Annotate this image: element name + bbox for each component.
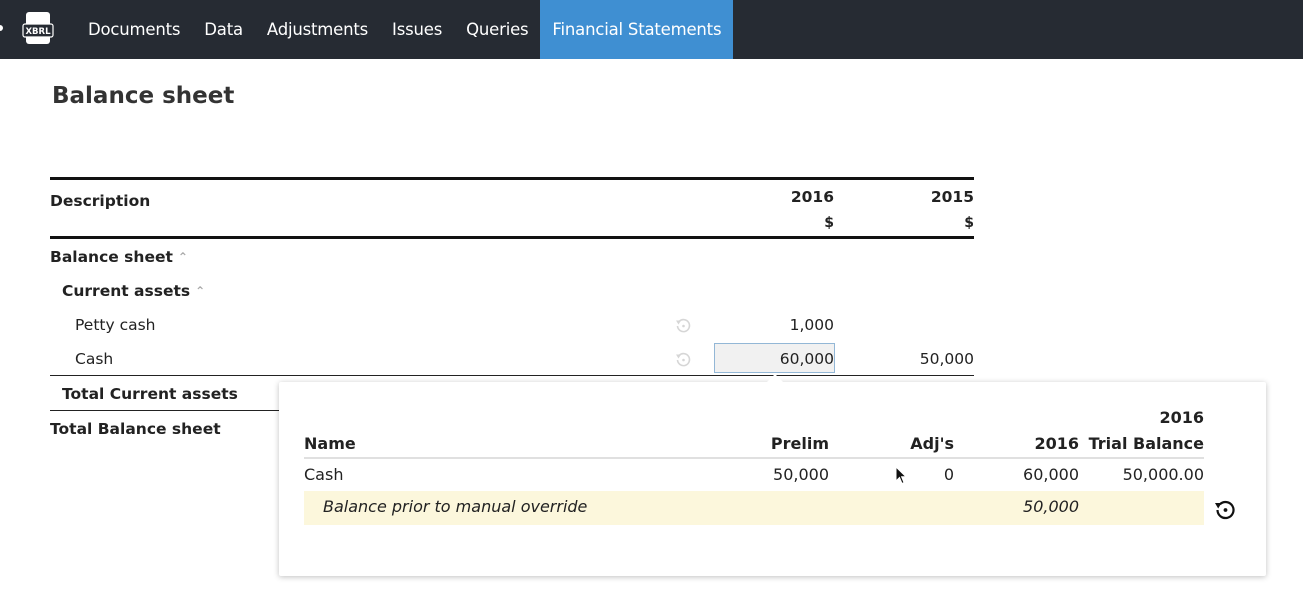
prelim-header: Prelim: [770, 434, 829, 453]
detail-current: 60,000: [1023, 465, 1079, 484]
row-label: Total Balance sheet: [50, 420, 221, 438]
value-2016: 60,000: [779, 350, 834, 368]
value-2015[interactable]: 50,000: [920, 350, 974, 368]
row-label: Total Current assets: [62, 385, 238, 403]
table-header: Description 2016 2015 $ $: [50, 180, 974, 236]
detail-prelim: 50,000: [773, 465, 829, 484]
header-bottom-rule: [50, 236, 974, 239]
restore-icon[interactable]: [1211, 496, 1239, 524]
description-header: Description: [50, 192, 151, 210]
logo-text: XBRL: [26, 27, 52, 37]
row-current-assets[interactable]: Current assets ⌃: [50, 274, 974, 308]
override-label: Balance prior to manual override: [323, 497, 588, 516]
currency-2015-header: $: [964, 215, 974, 231]
row-petty-cash[interactable]: Petty cash 1,000: [50, 308, 974, 342]
header-separator: [304, 457, 1204, 459]
row-label: Balance sheet: [50, 248, 173, 266]
value-2016-selected-cell[interactable]: 60,000: [714, 343, 835, 373]
detail-name: Cash: [304, 465, 344, 484]
popover-arrow: [766, 374, 784, 383]
name-header: Name: [304, 434, 356, 453]
currency-2016-header: $: [824, 215, 834, 231]
row-cash[interactable]: Cash 60,000 50,000: [50, 342, 974, 376]
row-label: Current assets: [62, 282, 191, 300]
balance-detail-popover: 2016 Name Prelim Adj's 2016 Trial Balanc…: [279, 374, 1266, 576]
year-2015-header: 2015: [930, 188, 974, 206]
override-value: 50,000: [1023, 497, 1079, 516]
trial-balance-header: Trial Balance: [1088, 434, 1204, 453]
trial-balance-year-header: 2016: [1159, 408, 1204, 427]
detail-trial-balance: 50,000.00: [1122, 465, 1204, 484]
nav-adjustments[interactable]: Adjustments: [255, 0, 380, 59]
history-icon[interactable]: [673, 350, 693, 370]
xbrl-logo-icon[interactable]: XBRL: [20, 10, 56, 46]
row-label: Cash: [75, 350, 114, 368]
nav-documents[interactable]: Documents: [76, 0, 192, 59]
mouse-cursor-icon: [895, 466, 907, 485]
detail-adjs: 0: [943, 465, 954, 484]
adjs-header: Adj's: [910, 434, 954, 453]
year-2016-header: 2016: [790, 188, 834, 206]
nav-queries[interactable]: Queries: [454, 0, 540, 59]
nav-menu: Documents Data Adjustments Issues Querie…: [76, 0, 734, 59]
nav-edge-dot: [0, 25, 3, 31]
nav-issues[interactable]: Issues: [380, 0, 454, 59]
top-nav: XBRL Documents Data Adjustments Issues Q…: [0, 0, 1303, 59]
current-year-header: 2016: [1034, 434, 1079, 453]
value-2016[interactable]: 1,000: [790, 316, 834, 334]
row-balance-sheet[interactable]: Balance sheet ⌃: [50, 240, 974, 274]
page-title: Balance sheet: [52, 83, 235, 109]
override-row: Balance prior to manual override 50,000: [304, 491, 1204, 525]
chevron-up-icon[interactable]: ⌃: [195, 284, 205, 298]
row-label: Petty cash: [75, 316, 156, 334]
nav-financial-statements[interactable]: Financial Statements: [540, 0, 734, 59]
history-icon[interactable]: [673, 316, 693, 336]
nav-data[interactable]: Data: [192, 0, 255, 59]
chevron-up-icon[interactable]: ⌃: [178, 250, 188, 264]
